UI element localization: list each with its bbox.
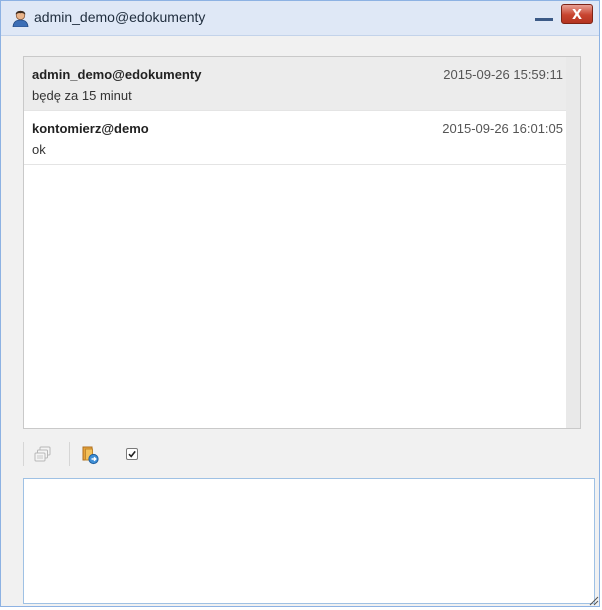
message-text: będę za 15 minut: [32, 88, 132, 103]
message-sender: admin_demo@edokumenty: [32, 67, 202, 82]
compose-toolbar: [23, 438, 581, 470]
window-title: admin_demo@edokumenty: [34, 9, 206, 25]
message-item[interactable]: kontomierz@demo 2015-09-26 16:01:05 ok: [24, 111, 580, 165]
message-timestamp: 2015-09-26 16:01:05: [442, 121, 563, 136]
minimize-icon: [535, 18, 553, 21]
scrollbar[interactable]: [566, 57, 580, 428]
user-avatar-icon: [12, 10, 29, 28]
message-timestamp: 2015-09-26 15:59:11: [443, 67, 563, 82]
resize-grip-icon[interactable]: [587, 594, 599, 606]
minimize-button[interactable]: [531, 9, 557, 27]
attach-file-icon[interactable]: [80, 445, 100, 465]
title-bar[interactable]: admin_demo@edokumenty X: [1, 1, 599, 36]
message-list[interactable]: admin_demo@edokumenty 2015-09-26 15:59:1…: [23, 56, 581, 429]
chat-window: admin_demo@edokumenty X admin_demo@edoku…: [0, 0, 600, 607]
message-input[interactable]: [23, 478, 595, 604]
message-item[interactable]: admin_demo@edokumenty 2015-09-26 15:59:1…: [24, 57, 580, 111]
toolbar-separator: [69, 442, 70, 466]
copy-icon[interactable]: [33, 445, 53, 465]
message-sender: kontomierz@demo: [32, 121, 149, 136]
message-text: ok: [32, 142, 46, 157]
checkbox-icon[interactable]: [126, 448, 138, 460]
toolbar-separator: [23, 442, 24, 466]
close-button[interactable]: X: [561, 4, 593, 24]
